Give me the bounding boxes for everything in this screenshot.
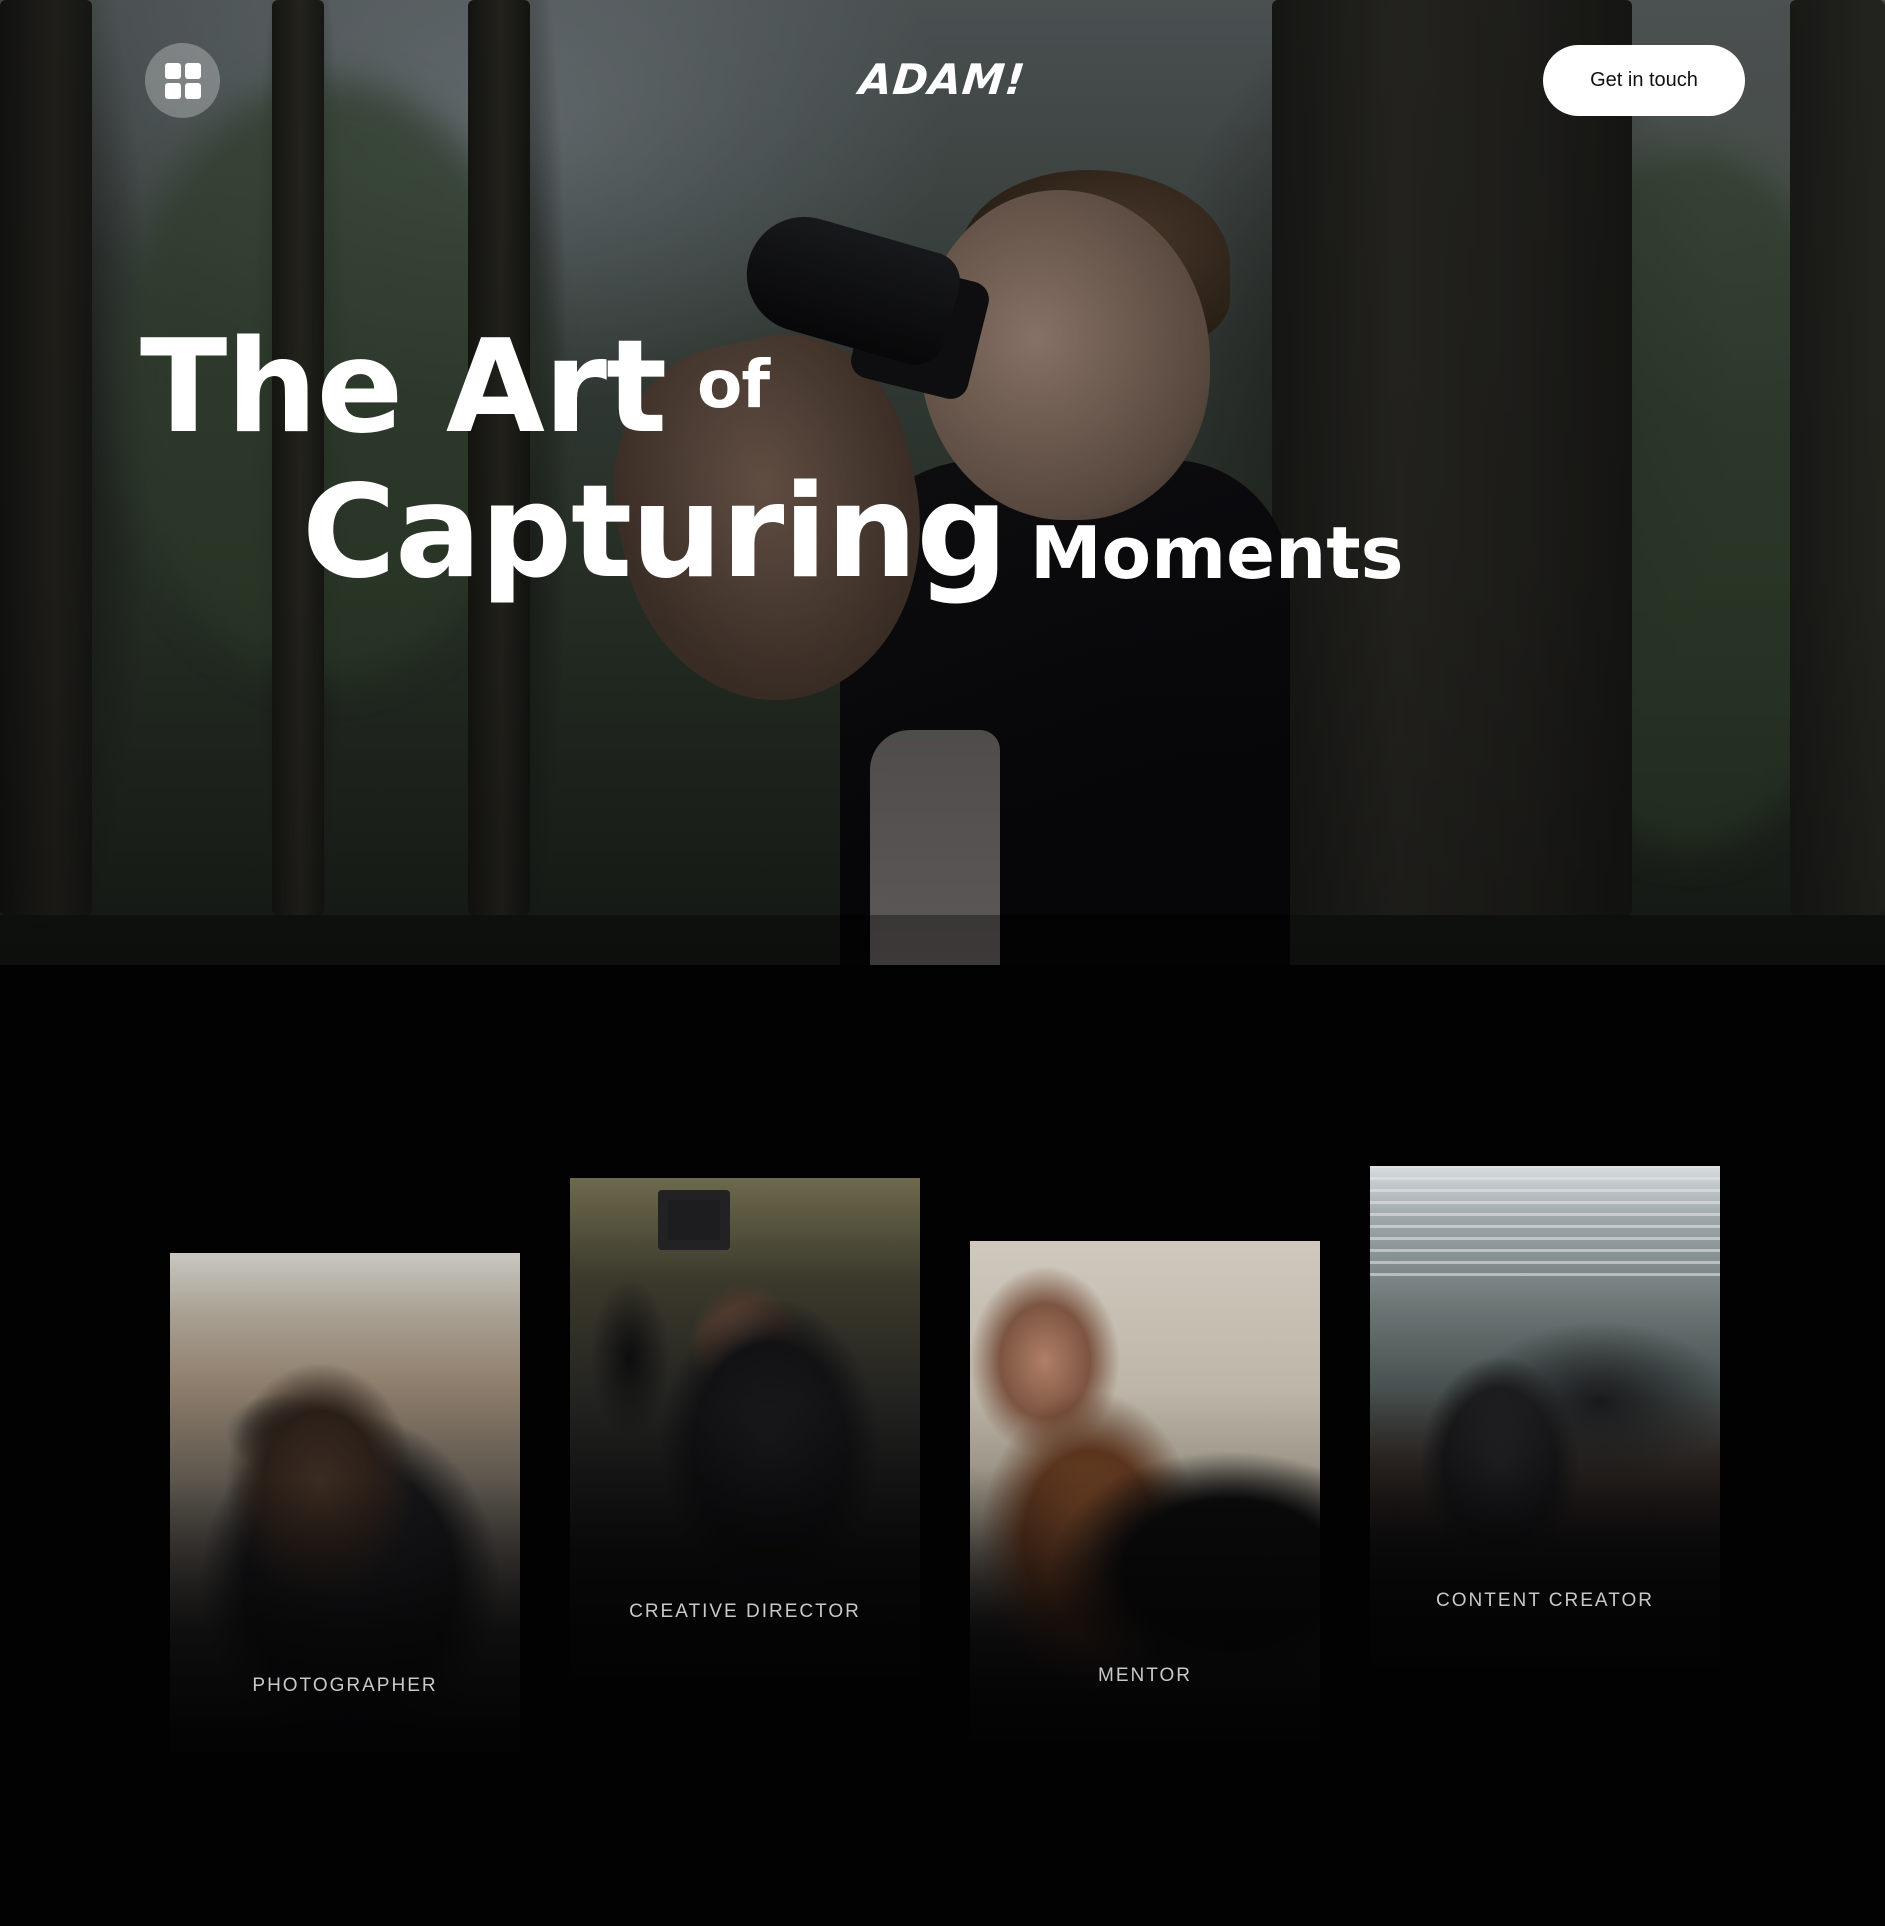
headline-of: of <box>697 346 770 423</box>
role-label: MENTOR <box>1098 1665 1192 1686</box>
role-card-mentor[interactable]: MENTOR <box>970 1241 1320 1741</box>
role-card-content-creator[interactable]: CONTENT CREATOR <box>1370 1166 1720 1666</box>
headline-capturing: Capturing <box>302 458 1008 607</box>
headline-the-art: The Art <box>140 313 667 462</box>
headline-moments: Moments <box>1030 511 1404 595</box>
hero-section: The Art of Capturing Moments <box>0 0 1885 965</box>
get-in-touch-button[interactable]: Get in touch <box>1543 45 1745 116</box>
hero-bottom-strip <box>0 915 1885 965</box>
role-card-creative-director[interactable]: CREATIVE DIRECTOR <box>570 1178 920 1678</box>
role-label: CREATIVE DIRECTOR <box>629 1601 861 1622</box>
logo-text: ADAM! <box>857 55 1029 104</box>
role-label: CONTENT CREATOR <box>1436 1590 1654 1611</box>
role-label: PHOTOGRAPHER <box>252 1675 438 1696</box>
role-card-photographer[interactable]: PHOTOGRAPHER <box>170 1253 520 1753</box>
